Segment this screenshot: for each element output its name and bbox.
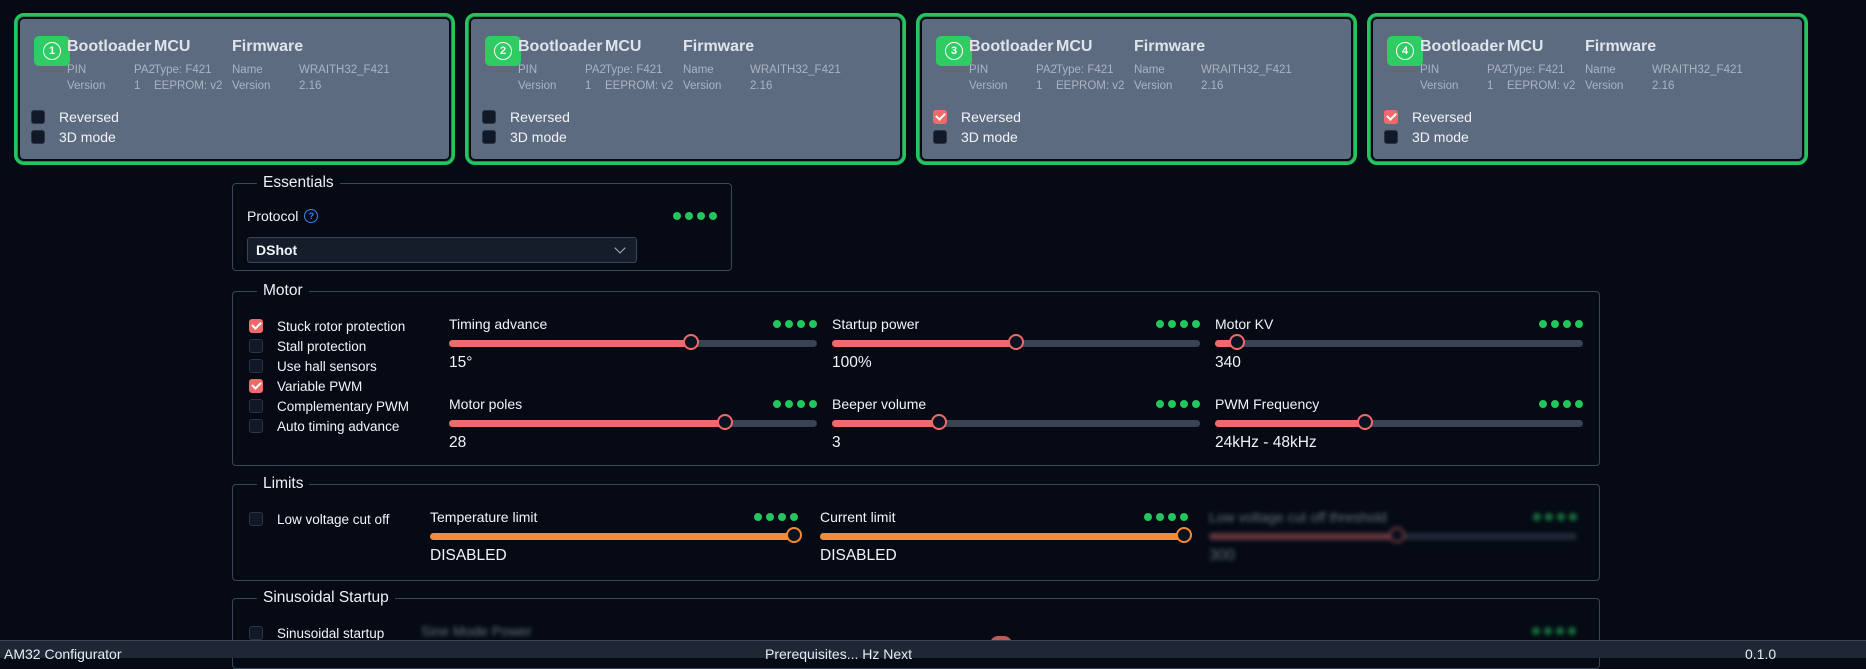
help-icon[interactable]: ? [304,209,319,223]
slider-thumb[interactable] [1176,527,1192,543]
slider-thumb[interactable] [1356,414,1373,430]
esc-card-3[interactable]: 3 Bootloader PIN PA2 Version 1 MCU Type: F… [916,13,1357,165]
low-voltage-cutoff-checkbox[interactable]: Low voltage cut off [249,509,389,529]
sync-indicator-dots [1539,400,1583,408]
checkbox[interactable] [482,110,496,124]
3d-mode-checkbox[interactable]: 3D mode [1384,127,1472,147]
checkbox[interactable] [933,110,947,124]
app-name: AM32 Configurator [4,646,122,662]
slider-thumb[interactable] [1008,334,1024,350]
startup-power-slider[interactable]: Startup power 100% [832,316,1200,371]
mcu-info: MCU Type: F421 EEPROM: v2 [1056,38,1125,92]
sync-indicator-dots [773,320,817,328]
variable-pwm-checkbox[interactable]: Variable PWM [249,376,409,396]
sync-indicator-dots [1156,320,1200,328]
checkbox[interactable] [31,130,45,144]
essentials-legend: Essentials [263,174,334,191]
bootloader-info: Bootloader PIN PA2 Version 1 [518,38,606,92]
sinusoidal-legend: Sinusoidal Startup [263,589,389,606]
mcu-info: MCU Type: F421 EEPROM: v2 [1507,38,1576,92]
motor-kv-slider[interactable]: Motor KV 340 [1215,316,1583,371]
bootloader-info: Bootloader PIN PA2 Version 1 [969,38,1057,92]
limits-section: Limits Low voltage cut off Temperature l… [232,475,1600,581]
timing-advance-slider[interactable]: Timing advance 15° [449,316,817,371]
checkbox[interactable] [1384,130,1398,144]
checkbox[interactable] [249,626,263,640]
slider-thumb[interactable] [1229,334,1245,350]
sync-indicator-dots [773,400,817,408]
slider-thumb[interactable] [716,414,733,430]
firmware-info: Firmware Name WRAITH32_F421 Version 2.16 [1134,38,1292,92]
protocol-label: Protocol ? [247,208,319,224]
chevron-down-icon [614,242,626,254]
status-text: Prerequisites... Hz Next [765,646,913,662]
temperature-limit-slider[interactable]: Temperature limit DISABLED [430,509,802,564]
firmware-info: Firmware Name WRAITH32_F421 Version 2.16 [232,38,390,92]
checkbox[interactable] [249,512,263,526]
checkbox[interactable] [249,419,263,433]
checkbox[interactable] [249,359,263,373]
motor-legend: Motor [263,282,303,299]
3d-mode-checkbox[interactable]: 3D mode [482,127,570,147]
motor-section: Motor Stuck rotor protection Stall prote… [232,282,1600,466]
slider-thumb[interactable] [682,334,699,350]
checkbox[interactable] [933,130,947,144]
checkbox[interactable] [482,130,496,144]
sync-indicator-dots [1533,513,1577,521]
reversed-checkbox[interactable]: Reversed [482,107,570,127]
reversed-checkbox[interactable]: Reversed [1384,107,1472,127]
checkbox[interactable] [249,319,263,333]
sync-indicator-dots [754,513,798,521]
beeper-volume-slider[interactable]: Beeper volume 3 [832,396,1200,451]
slider-thumb [1388,527,1405,543]
esc-number-badge: 2 [485,36,521,66]
use-hall-sensors-checkbox[interactable]: Use hall sensors [249,356,409,376]
complementary-pwm-checkbox[interactable]: Complementary PWM [249,396,409,416]
3d-mode-checkbox[interactable]: 3D mode [31,127,119,147]
firmware-info: Firmware Name WRAITH32_F421 Version 2.16 [1585,38,1743,92]
protocol-select[interactable]: DShot [247,237,637,263]
motor-checklist: Stuck rotor protection Stall protection … [249,316,409,436]
checkbox[interactable] [31,110,45,124]
stall-protection-checkbox[interactable]: Stall protection [249,336,409,356]
motor-poles-slider[interactable]: Motor poles 28 [449,396,817,451]
stuck-rotor-protection-checkbox[interactable]: Stuck rotor protection [249,316,409,336]
status-bar: AM32 Configurator Prerequisites... Hz Ne… [0,640,1866,662]
pwm-frequency-slider[interactable]: PWM Frequency 24kHz - 48kHz [1215,396,1583,451]
checkbox[interactable] [249,379,263,393]
3d-mode-checkbox[interactable]: 3D mode [933,127,1021,147]
reversed-checkbox[interactable]: Reversed [31,107,119,127]
essentials-section: Essentials Protocol ? DShot [232,174,732,271]
checkbox[interactable] [1384,110,1398,124]
bootloader-info: Bootloader PIN PA2 Version 1 [67,38,155,92]
esc-number-badge: 4 [1387,36,1423,66]
mcu-info: MCU Type: F421 EEPROM: v2 [605,38,674,92]
esc-card-4[interactable]: 4 Bootloader PIN PA2 Version 1 MCU Type: F… [1367,13,1808,165]
slider-thumb[interactable] [786,527,802,543]
esc-card-1[interactable]: 1 Bootloader PIN PA2 Version 1 MCU Type: F… [14,13,455,165]
limits-legend: Limits [263,475,304,492]
firmware-info: Firmware Name WRAITH32_F421 Version 2.16 [683,38,841,92]
esc-number-badge: 1 [34,36,70,66]
checkbox[interactable] [249,399,263,413]
slider-thumb[interactable] [930,414,947,430]
current-limit-slider[interactable]: Current limit DISABLED [820,509,1192,564]
sync-indicator-dots [1144,513,1188,521]
sync-indicator-dots [1532,627,1576,635]
sync-indicator-dots [673,212,717,220]
reversed-checkbox[interactable]: Reversed [933,107,1021,127]
low-voltage-threshold-slider: Low voltage cut off threshold 300 [1209,509,1577,564]
checkbox[interactable] [249,339,263,353]
esc-number-badge: 3 [936,36,972,66]
app-version: 0.1.0 [1745,646,1777,662]
sync-indicator-dots [1539,320,1583,328]
sync-indicator-dots [1156,400,1200,408]
mcu-info: MCU Type: F421 EEPROM: v2 [154,38,223,92]
bootloader-info: Bootloader PIN PA2 Version 1 [1420,38,1508,92]
esc-row: 1 Bootloader PIN PA2 Version 1 MCU Type: F… [14,13,1808,165]
auto-timing-advance-checkbox[interactable]: Auto timing advance [249,416,409,436]
esc-card-2[interactable]: 2 Bootloader PIN PA2 Version 1 MCU Type: F… [465,13,906,165]
